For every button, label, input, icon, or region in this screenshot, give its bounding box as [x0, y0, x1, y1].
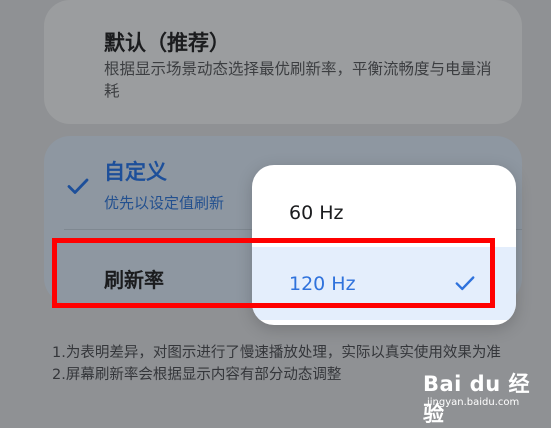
option-120hz-label: 120 Hz: [289, 272, 356, 295]
checkmark-icon: [67, 178, 89, 194]
mode-custom-description: 优先以设定值刷新: [104, 194, 225, 212]
refresh-rate-dropdown: 60 Hz 120 Hz: [252, 165, 516, 325]
footnote-1: 1.为表明差异，对图示进行了慢速播放处理，实际以真实使用效果为准: [52, 345, 501, 361]
mode-default-card[interactable]: 默认（推荐） 根据显示场景动态选择最优刷新率，平衡流畅度与电量消耗: [44, 0, 522, 124]
option-120hz[interactable]: 120 Hz: [252, 247, 516, 320]
watermark-url: jingyan.baidu.com: [427, 397, 520, 408]
baidu-watermark: Bai du 经验 jingyan.baidu.com: [423, 364, 551, 426]
option-60hz-label: 60 Hz: [289, 201, 344, 224]
mode-default-description: 根据显示场景动态选择最优刷新率，平衡流畅度与电量消耗: [104, 60, 492, 100]
mode-default-title: 默认（推荐）: [104, 31, 230, 55]
mode-custom-title: 自定义: [104, 160, 167, 184]
option-60hz[interactable]: 60 Hz: [252, 176, 516, 249]
selected-check-icon: [455, 276, 475, 291]
